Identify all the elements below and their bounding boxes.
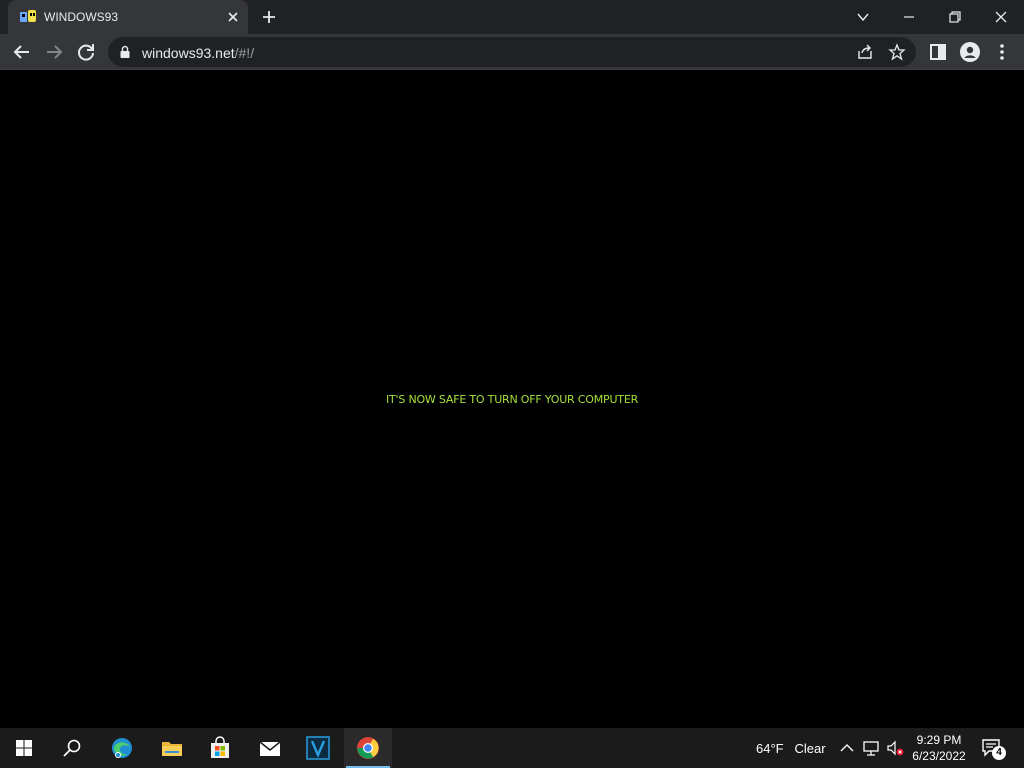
taskbar-file-explorer[interactable] xyxy=(148,728,196,768)
windows93-favicon-icon xyxy=(20,10,36,22)
share-icon[interactable] xyxy=(856,43,874,61)
network-icon[interactable] xyxy=(862,738,880,758)
minimize-icon xyxy=(904,16,914,18)
close-icon xyxy=(995,11,1007,23)
address-bar[interactable]: windows93.net/#!/ xyxy=(108,37,916,67)
taskbar-mail[interactable] xyxy=(246,728,294,768)
close-window-button[interactable] xyxy=(978,0,1024,34)
more-menu-icon[interactable] xyxy=(990,40,1014,64)
weather-desc: Clear xyxy=(794,741,826,756)
browser-titlebar: WINDOWS93 xyxy=(0,0,1024,34)
url-host: windows93.net xyxy=(142,45,235,61)
url-text[interactable]: windows93.net/#!/ xyxy=(142,45,254,61)
v-app-icon xyxy=(306,736,330,760)
file-explorer-icon xyxy=(162,742,182,756)
start-button[interactable] xyxy=(0,728,48,768)
restore-icon xyxy=(949,11,961,23)
system-clock[interactable]: 9:29 PM 6/23/2022 xyxy=(906,732,972,764)
lock-icon[interactable] xyxy=(118,45,132,59)
clock-time: 9:29 PM xyxy=(916,733,962,747)
forward-arrow-icon[interactable] xyxy=(42,40,66,64)
search-icon xyxy=(63,739,81,757)
clock-date: 6/23/2022 xyxy=(912,749,966,763)
chrome-icon xyxy=(357,737,379,759)
tab-close-icon[interactable] xyxy=(224,8,242,26)
taskbar-v-app[interactable] xyxy=(294,728,342,768)
tab-search-button[interactable] xyxy=(840,0,886,34)
bookmark-star-icon[interactable] xyxy=(888,43,906,61)
taskbar: 64°F Clear 9:29 PM 6/23/2022 4 xyxy=(0,728,1024,768)
taskbar-store[interactable] xyxy=(196,728,244,768)
browser-toolbar: windows93.net/#!/ xyxy=(0,34,1024,70)
back-arrow-icon[interactable] xyxy=(10,40,34,64)
url-path: /#!/ xyxy=(234,45,255,61)
taskbar-edge[interactable] xyxy=(98,728,146,768)
restore-button[interactable] xyxy=(932,0,978,34)
taskbar-search-button[interactable] xyxy=(48,728,96,768)
tab-title: WINDOWS93 xyxy=(44,10,119,24)
windows-start-icon xyxy=(16,740,32,756)
profile-icon[interactable] xyxy=(958,40,982,64)
minimize-button[interactable] xyxy=(886,0,932,34)
volume-muted-icon[interactable] xyxy=(886,738,904,758)
mail-icon xyxy=(259,741,281,756)
weather-widget[interactable]: 64°F Clear xyxy=(756,741,826,756)
new-tab-icon[interactable] xyxy=(258,6,280,28)
notification-count-badge: 4 xyxy=(992,746,1006,760)
edge-icon xyxy=(112,738,132,758)
taskbar-chrome[interactable] xyxy=(344,728,392,768)
action-center-button[interactable]: 4 xyxy=(980,736,1006,762)
tray-chevron-up-icon[interactable] xyxy=(838,738,856,758)
weather-temp: 64°F xyxy=(756,741,784,756)
reload-icon[interactable] xyxy=(74,40,98,64)
side-panel-icon[interactable] xyxy=(926,40,950,64)
store-icon xyxy=(211,736,229,758)
browser-tab[interactable]: WINDOWS93 xyxy=(8,0,248,34)
page-content: IT'S NOW SAFE TO TURN OFF YOUR COMPUTER xyxy=(0,70,1024,728)
chevron-down-icon xyxy=(857,13,869,22)
screen: WINDOWS93 windows93.net/#!/ IT'S NOW SAF… xyxy=(0,0,1024,768)
shutdown-message: IT'S NOW SAFE TO TURN OFF YOUR COMPUTER xyxy=(385,393,639,406)
